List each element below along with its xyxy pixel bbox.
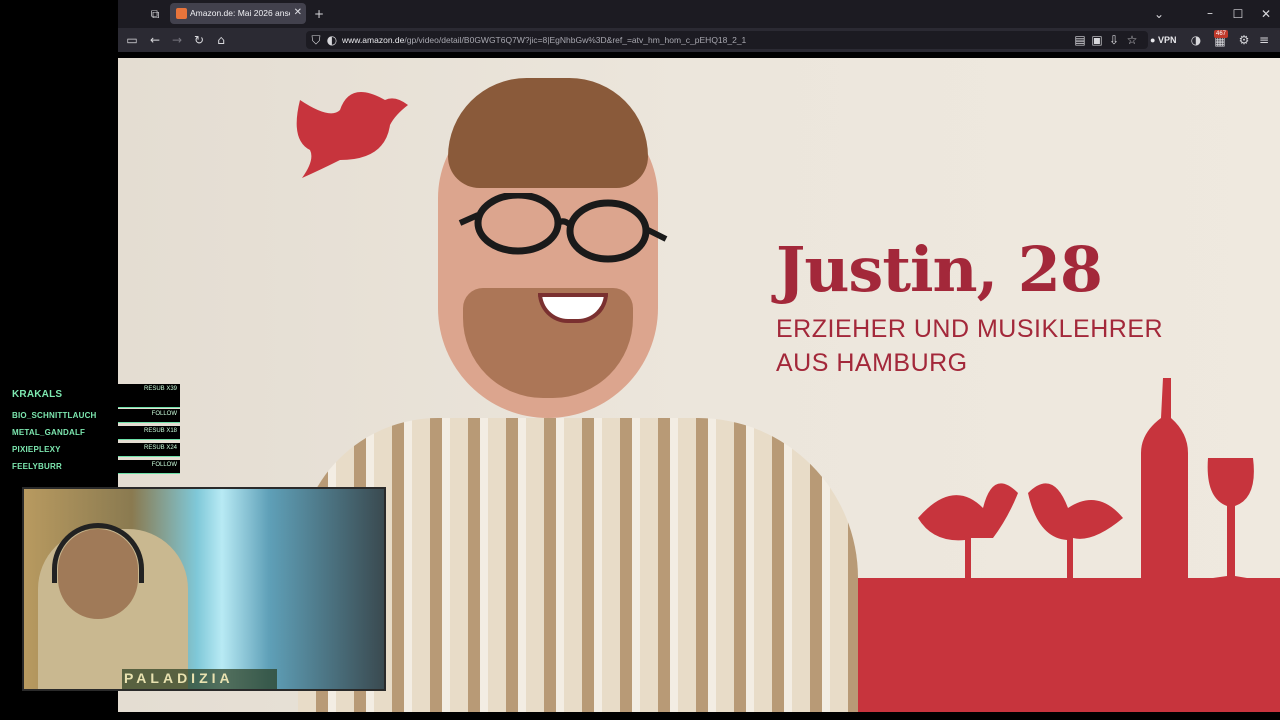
- event-name: KRAKALS: [12, 389, 63, 400]
- reload-icon[interactable]: ↻: [191, 33, 207, 47]
- name-caption: Justin, 28: [776, 233, 1103, 306]
- close-tab-icon[interactable]: ✕: [294, 6, 302, 20]
- vpn-button[interactable]: ● VPN: [1150, 33, 1176, 47]
- menu-icon[interactable]: ≡: [1256, 33, 1272, 47]
- screen: { "browser": { "tab": { "title": "Amazon…: [0, 0, 1280, 720]
- picture-in-picture-icon[interactable]: ▣: [1089, 33, 1105, 47]
- profile-icon[interactable]: ◑: [1188, 33, 1204, 47]
- address-bar[interactable]: ⛉ ◐ www.amazon.de/gp/video/detail/B0GWGT…: [306, 31, 1148, 49]
- back-icon[interactable]: ←: [147, 33, 163, 47]
- event-name: PIXIEPLEXY: [12, 445, 61, 454]
- reader-view-icon[interactable]: ▤: [1072, 33, 1088, 47]
- glasses: [458, 193, 668, 263]
- maximize-icon[interactable]: ☐: [1230, 7, 1246, 21]
- tab-list-icon[interactable]: ⌄: [1151, 7, 1167, 21]
- nav-toolbar: ▭ ← → ↻ ⌂ ⛉ ◐ www.amazon.de/gp/video/det…: [118, 28, 1280, 52]
- tab-bar: ⧉ Amazon.de: Mai 2026 ansehen ✕ + ⌄ – ☐ …: [118, 0, 1280, 28]
- bookmark-star-icon[interactable]: ☆: [1124, 33, 1140, 47]
- forward-icon[interactable]: →: [169, 33, 185, 47]
- event-tag: RESUB X24: [118, 443, 180, 457]
- birds-and-wine-decoration: [918, 378, 1254, 578]
- event-name: METAL_GANDALF: [12, 428, 86, 437]
- job-caption-line-2: AUS HAMBURG: [776, 349, 968, 377]
- event-tag: RESUB X39: [118, 384, 180, 408]
- close-window-icon[interactable]: ✕: [1258, 7, 1274, 21]
- amazon-favicon: [176, 8, 187, 19]
- site-info-icon[interactable]: ◐: [324, 33, 340, 47]
- home-icon[interactable]: ⌂: [213, 33, 229, 47]
- bird-decoration: [296, 92, 408, 178]
- person-hair: [448, 78, 648, 188]
- sidebar-icon[interactable]: ▭: [124, 33, 140, 47]
- extensions-icon[interactable]: ⚙: [1236, 33, 1252, 47]
- new-tab-icon[interactable]: +: [311, 7, 327, 21]
- shield-icon[interactable]: ⛉: [308, 33, 324, 47]
- download-icon[interactable]: ⇩: [1106, 33, 1122, 47]
- red-table-backdrop: [798, 578, 1280, 712]
- job-caption-line-1: ERZIEHER UND MUSIKLEHRER: [776, 315, 1164, 343]
- event-tag: FOLLOW: [118, 460, 180, 474]
- event-tag: FOLLOW: [118, 409, 180, 423]
- webcam-logo: PALADIZIA: [124, 670, 234, 686]
- tab-overview-icon[interactable]: ⧉: [147, 7, 163, 21]
- event-name: FEELYBURR: [12, 462, 62, 471]
- url-text[interactable]: www.amazon.de/gp/video/detail/B0GWGT6Q7W…: [342, 34, 746, 46]
- event-name: BIO_SCHNITTLAUCH: [12, 411, 97, 420]
- tab-amazon[interactable]: Amazon.de: Mai 2026 ansehen ✕: [170, 3, 306, 24]
- event-tag: RESUB X18: [118, 426, 180, 440]
- tab-title: Amazon.de: Mai 2026 ansehen: [190, 8, 290, 18]
- webcam-overlay: PALADIZIA: [22, 487, 386, 691]
- extension-badge: 467: [1214, 30, 1229, 38]
- minimize-icon[interactable]: –: [1202, 6, 1218, 20]
